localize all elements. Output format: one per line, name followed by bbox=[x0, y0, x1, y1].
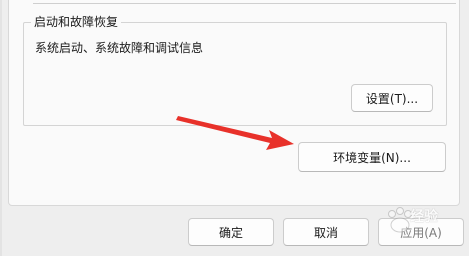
startup-recovery-description: 系统启动、系统故障和调试信息 bbox=[35, 41, 204, 55]
startup-recovery-title: 启动和故障恢复 bbox=[31, 15, 122, 29]
watermark-text: 经验 bbox=[410, 209, 438, 225]
environment-variables-button[interactable]: 环境变量(N)... bbox=[298, 142, 446, 172]
window-left-edge bbox=[0, 0, 2, 256]
previous-group-bottom-edge bbox=[33, 0, 456, 4]
startup-settings-button[interactable]: 设置(T)... bbox=[351, 84, 433, 112]
ok-button[interactable]: 确定 bbox=[188, 218, 274, 246]
red-arrow-annotation bbox=[176, 116, 294, 150]
